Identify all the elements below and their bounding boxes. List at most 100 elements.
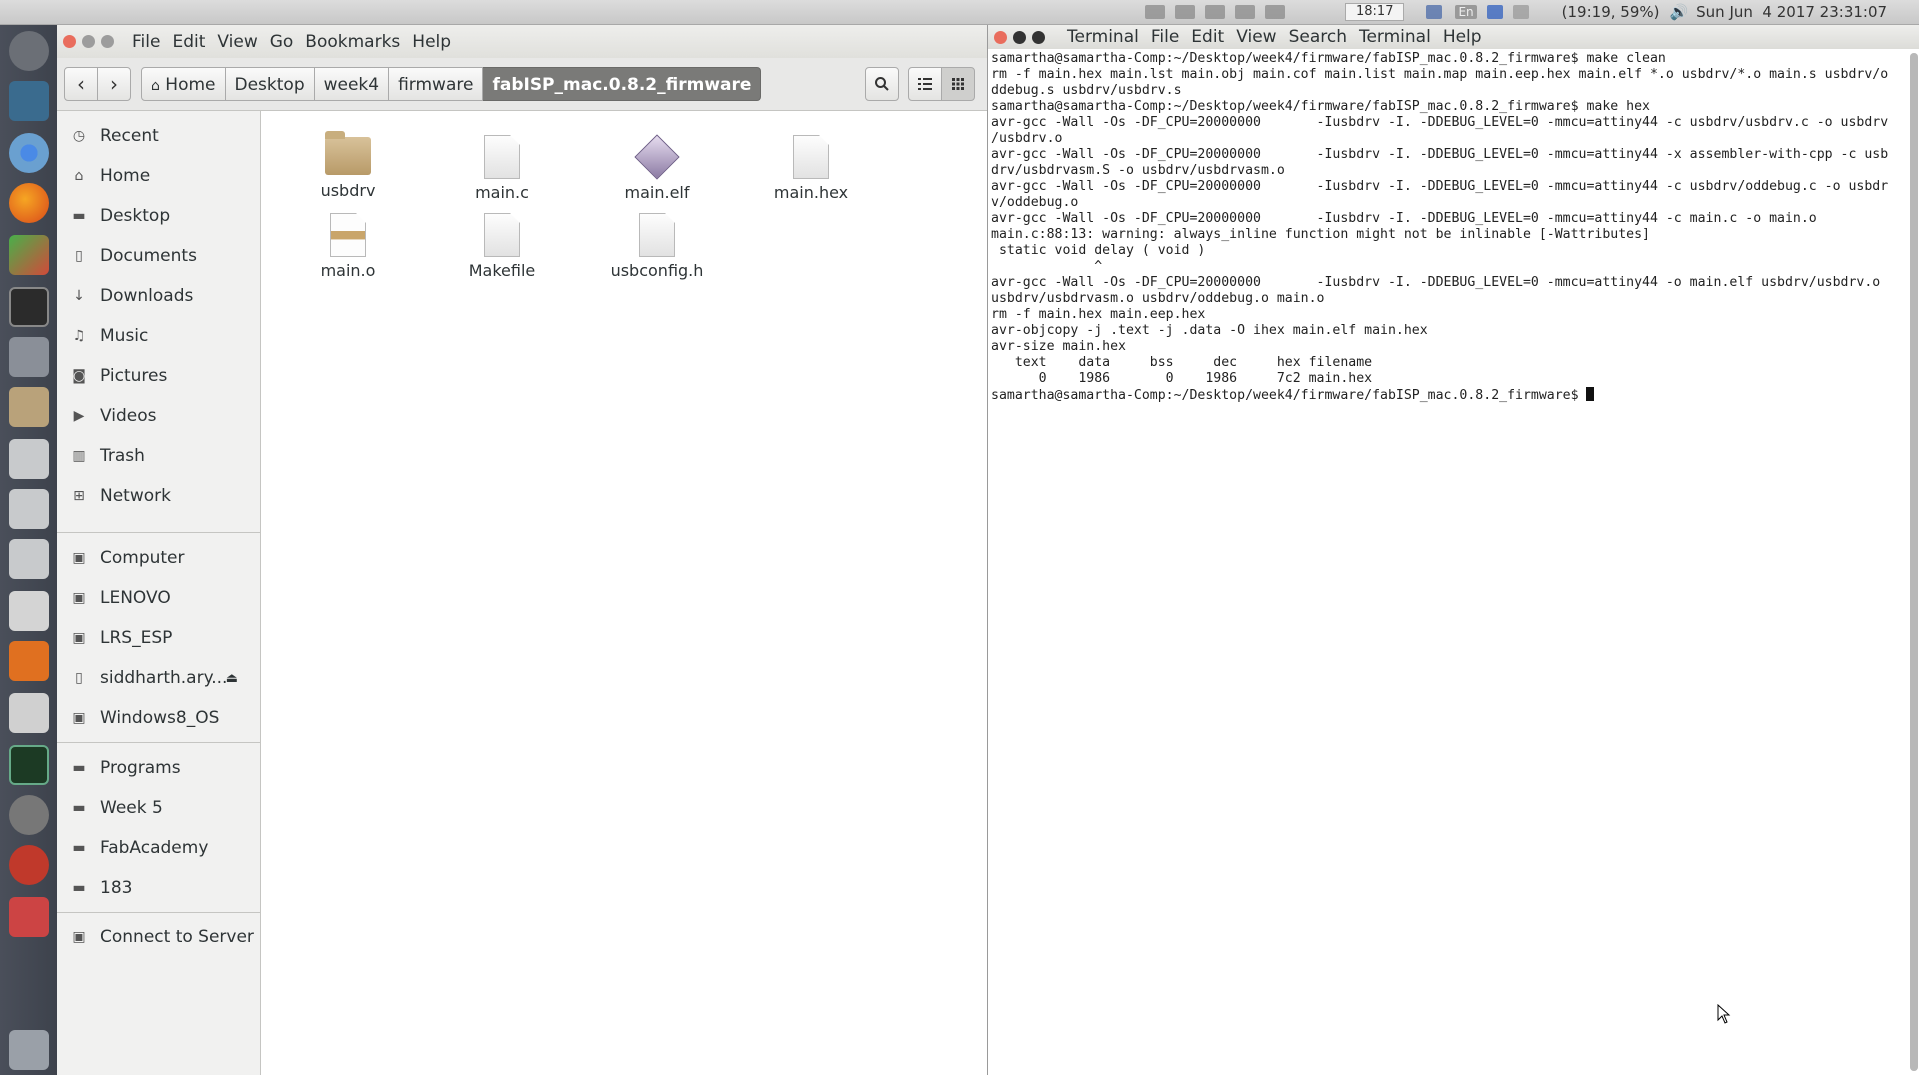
firefox-icon[interactable]: [9, 183, 49, 223]
battery-status[interactable]: (19:19, 59%): [1562, 3, 1660, 21]
terminal-output[interactable]: samartha@samartha-Comp:~/Desktop/week4/f…: [991, 51, 1896, 404]
sidebar-item-lenovo[interactable]: ▣ LENOVO: [57, 583, 260, 613]
sidebar-item-trash[interactable]: ▥ Trash: [57, 441, 260, 471]
scrollbar-thumb[interactable]: [1910, 53, 1918, 1071]
terminal-scrollbar[interactable]: [1910, 53, 1918, 1071]
folder-icon: ▬: [72, 800, 86, 816]
datetime[interactable]: Sun Jun 4 2017 23:31:07: [1696, 3, 1887, 21]
menu-file[interactable]: File: [1151, 27, 1179, 47]
system-monitor-icon[interactable]: [9, 745, 49, 785]
file-item[interactable]: Makefile: [442, 213, 562, 280]
file-item[interactable]: usbconfig.h: [597, 213, 717, 280]
sidebar-item-label: FabAcademy: [100, 838, 209, 858]
mail-icon[interactable]: [1512, 5, 1529, 19]
pen-tray-icon[interactable]: [1175, 5, 1195, 19]
breadcrumb-desktop[interactable]: Desktop: [225, 67, 315, 101]
sync-tray-icon[interactable]: [1265, 5, 1285, 19]
clock-box[interactable]: 18:17: [1345, 3, 1405, 21]
forward-button[interactable]: ›: [97, 67, 131, 101]
close-window-button[interactable]: [63, 35, 76, 48]
close-window-button[interactable]: [994, 30, 1007, 44]
bluetooth-icon[interactable]: [1486, 5, 1503, 19]
sidebar-item-downloads[interactable]: ↓ Downloads: [57, 281, 260, 311]
signal-icon[interactable]: [1426, 5, 1443, 19]
drive-icon[interactable]: [9, 439, 49, 479]
sidebar-item-computer[interactable]: ▣ Computer: [57, 543, 260, 573]
menu-go[interactable]: Go: [270, 32, 294, 52]
sidebar-item-music[interactable]: ♫ Music: [57, 321, 260, 351]
sidebar-item-recent[interactable]: ◷ Recent: [57, 121, 260, 151]
volume-icon[interactable]: 🔊: [1669, 3, 1688, 21]
drive-icon[interactable]: [9, 489, 49, 529]
sidebar-item-desktop[interactable]: ▬ Desktop: [57, 201, 260, 231]
breadcrumb-home[interactable]: ⌂ Home: [141, 67, 226, 101]
menu-help[interactable]: Help: [1443, 27, 1482, 47]
terminal-icon[interactable]: [9, 287, 49, 327]
file-manager-toolbar: ‹ › ⌂ Home Desktop week4 firmware fabISP…: [57, 58, 987, 111]
breadcrumb-firmware[interactable]: firmware: [389, 67, 484, 101]
sidebar-item-week5[interactable]: ▬ Week 5: [57, 793, 260, 823]
cloud-tray-icon[interactable]: [1235, 5, 1255, 19]
file-label: usbconfig.h: [610, 261, 704, 280]
scanner-icon[interactable]: [9, 897, 49, 937]
camera-icon: ◙: [72, 368, 86, 384]
grid-view-button[interactable]: [941, 67, 975, 101]
minimize-window-button[interactable]: [82, 35, 95, 48]
file-item[interactable]: main.elf: [597, 134, 717, 202]
sidebar-item-fabacademy[interactable]: ▬ FabAcademy: [57, 833, 260, 863]
breadcrumb-current[interactable]: fabISP_mac.0.8.2_firmware: [483, 67, 762, 101]
menu-help[interactable]: Help: [412, 32, 451, 52]
photo-tray-icon[interactable]: [1145, 5, 1165, 19]
trash-icon[interactable]: [9, 1030, 49, 1070]
search-button[interactable]: [865, 67, 899, 101]
sidebar-item-videos[interactable]: ▶ Videos: [57, 401, 260, 431]
menu-bookmarks[interactable]: Bookmarks: [305, 32, 400, 52]
chrome-icon[interactable]: [9, 133, 49, 173]
maximize-window-button[interactable]: [1032, 30, 1045, 44]
sidebar-item-documents[interactable]: ▯ Documents: [57, 241, 260, 271]
usb-drive-icon[interactable]: [9, 337, 49, 377]
phone-icon[interactable]: [9, 591, 49, 631]
file-item[interactable]: main.c: [442, 135, 562, 202]
menu-file[interactable]: File: [132, 32, 160, 52]
keyboard-indicator[interactable]: En: [1455, 5, 1477, 19]
workspace-icon[interactable]: [9, 81, 49, 121]
ubuntu-home-icon[interactable]: [9, 31, 49, 71]
menu-view[interactable]: View: [1236, 27, 1276, 47]
sidebar-item-pictures[interactable]: ◙ Pictures: [57, 361, 260, 391]
minimize-window-button[interactable]: [1013, 30, 1026, 44]
sidebar-item-home[interactable]: ⌂ Home: [57, 161, 260, 191]
back-button[interactable]: ‹: [64, 67, 98, 101]
menu-terminal[interactable]: Terminal: [1359, 27, 1431, 47]
files-icon[interactable]: [9, 387, 49, 427]
menu-edit[interactable]: Edit: [1191, 27, 1224, 47]
terminal-menubar: Terminal File Edit View Search Terminal …: [988, 25, 1919, 49]
terminal-window: Terminal File Edit View Search Terminal …: [987, 25, 1919, 1075]
menu-view[interactable]: View: [217, 32, 257, 52]
app-icon[interactable]: [9, 845, 49, 885]
sidebar-item-label: Computer: [100, 548, 185, 568]
drive-icon[interactable]: [9, 539, 49, 579]
file-item[interactable]: main.o: [288, 213, 408, 280]
sidebar-item-programs[interactable]: ▬ Programs: [57, 753, 260, 783]
list-view-button[interactable]: [908, 67, 942, 101]
maximize-window-button[interactable]: [101, 35, 114, 48]
menu-edit[interactable]: Edit: [172, 32, 205, 52]
sidebar-item-windows8-os[interactable]: ▣ Windows8_OS: [57, 703, 260, 733]
sidebar-item-lrs-esp[interactable]: ▣ LRS_ESP: [57, 623, 260, 653]
file-item[interactable]: usbdrv: [288, 131, 408, 200]
sidebar-item-label: Windows8_OS: [100, 708, 220, 728]
software-center-icon[interactable]: [9, 641, 49, 681]
printer-icon[interactable]: [9, 693, 49, 733]
menu-search[interactable]: Search: [1289, 27, 1347, 47]
settings-tray-icon[interactable]: [1205, 5, 1225, 19]
breadcrumb-week4[interactable]: week4: [314, 67, 390, 101]
sidebar-item-phone[interactable]: ▯ siddharth.ary... ⏏: [57, 663, 260, 693]
camera-icon[interactable]: [9, 795, 49, 835]
sidebar-item-183[interactable]: ▬ 183: [57, 873, 260, 903]
paint-icon[interactable]: [9, 235, 49, 275]
eject-icon[interactable]: ⏏: [226, 671, 238, 686]
sidebar-item-network[interactable]: ⊞ Network: [57, 481, 260, 511]
file-item[interactable]: main.hex: [751, 135, 871, 202]
sidebar-item-connect-to-server[interactable]: ▣ Connect to Server: [57, 922, 260, 952]
